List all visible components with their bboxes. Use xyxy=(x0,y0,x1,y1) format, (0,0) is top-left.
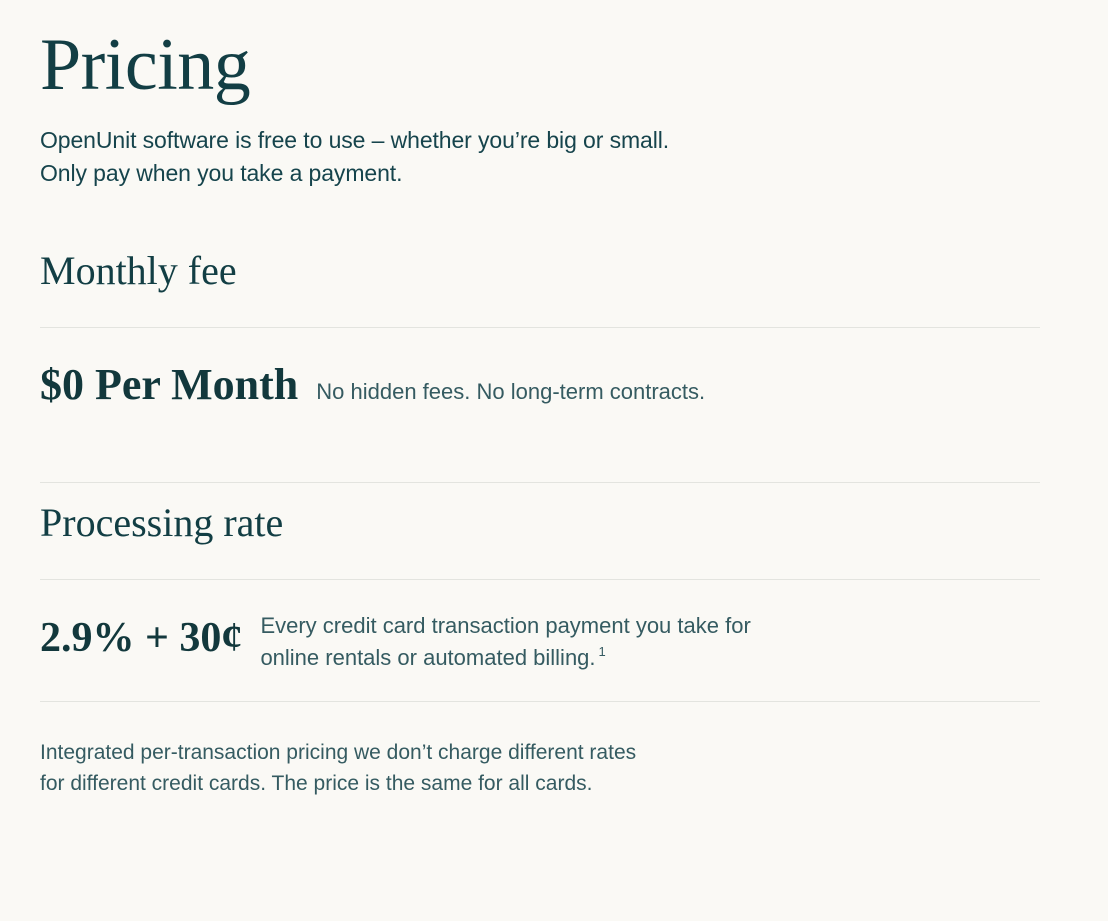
section-monthly-fee: Monthly fee $0 Per Month No hidden fees.… xyxy=(40,247,1068,424)
rate-row-processing-rate: 2.9% + 30¢ Every credit card transaction… xyxy=(40,580,1068,674)
description-processing-rate-line-1: Every credit card transaction payment yo… xyxy=(260,612,751,638)
page-title: Pricing xyxy=(40,24,251,106)
description-processing-rate-line-2: online rentals or automated billing. 1 xyxy=(260,642,950,674)
description-monthly-fee: No hidden fees. No long-term contracts. xyxy=(316,376,1006,408)
section-heading-monthly-fee: Monthly fee xyxy=(40,247,237,293)
section-processing-rate: Processing rate 2.9% + 30¢ Every credit … xyxy=(40,481,1068,674)
hero-subtitle-line-1: OpenUnit software is free to use – wheth… xyxy=(40,127,670,153)
closing-note-line-1: Integrated per-transaction pricing we do… xyxy=(40,741,637,765)
footnote-marker: 1 xyxy=(598,644,606,660)
hero-section: Pricing OpenUnit software is free to use… xyxy=(40,0,1068,191)
description-processing-rate-line-2-text: online rentals or automated billing. xyxy=(260,644,596,670)
closing-note: Integrated per-transaction pricing we do… xyxy=(40,702,1020,799)
section-closing: Integrated per-transaction pricing we do… xyxy=(40,701,1068,799)
closing-note-line-2: for different credit cards. The price is… xyxy=(40,771,593,795)
hero-subtitle-line-2: Only pay when you take a payment. xyxy=(40,160,403,187)
rate-row-monthly-fee: $0 Per Month No hidden fees. No long-ter… xyxy=(40,328,1068,424)
price-processing-rate: 2.9% + 30¢ xyxy=(40,614,243,661)
description-monthly-fee-line-1: No hidden fees. No long-term contracts. xyxy=(316,378,706,404)
description-processing-rate: Every credit card transaction payment yo… xyxy=(260,610,950,674)
section-heading-processing-rate: Processing rate xyxy=(40,499,284,545)
pricing-page: Pricing OpenUnit software is free to use… xyxy=(0,0,1108,921)
hero-subtitle: OpenUnit software is free to use – wheth… xyxy=(40,124,1000,191)
price-monthly-fee: $0 Per Month xyxy=(40,359,299,409)
